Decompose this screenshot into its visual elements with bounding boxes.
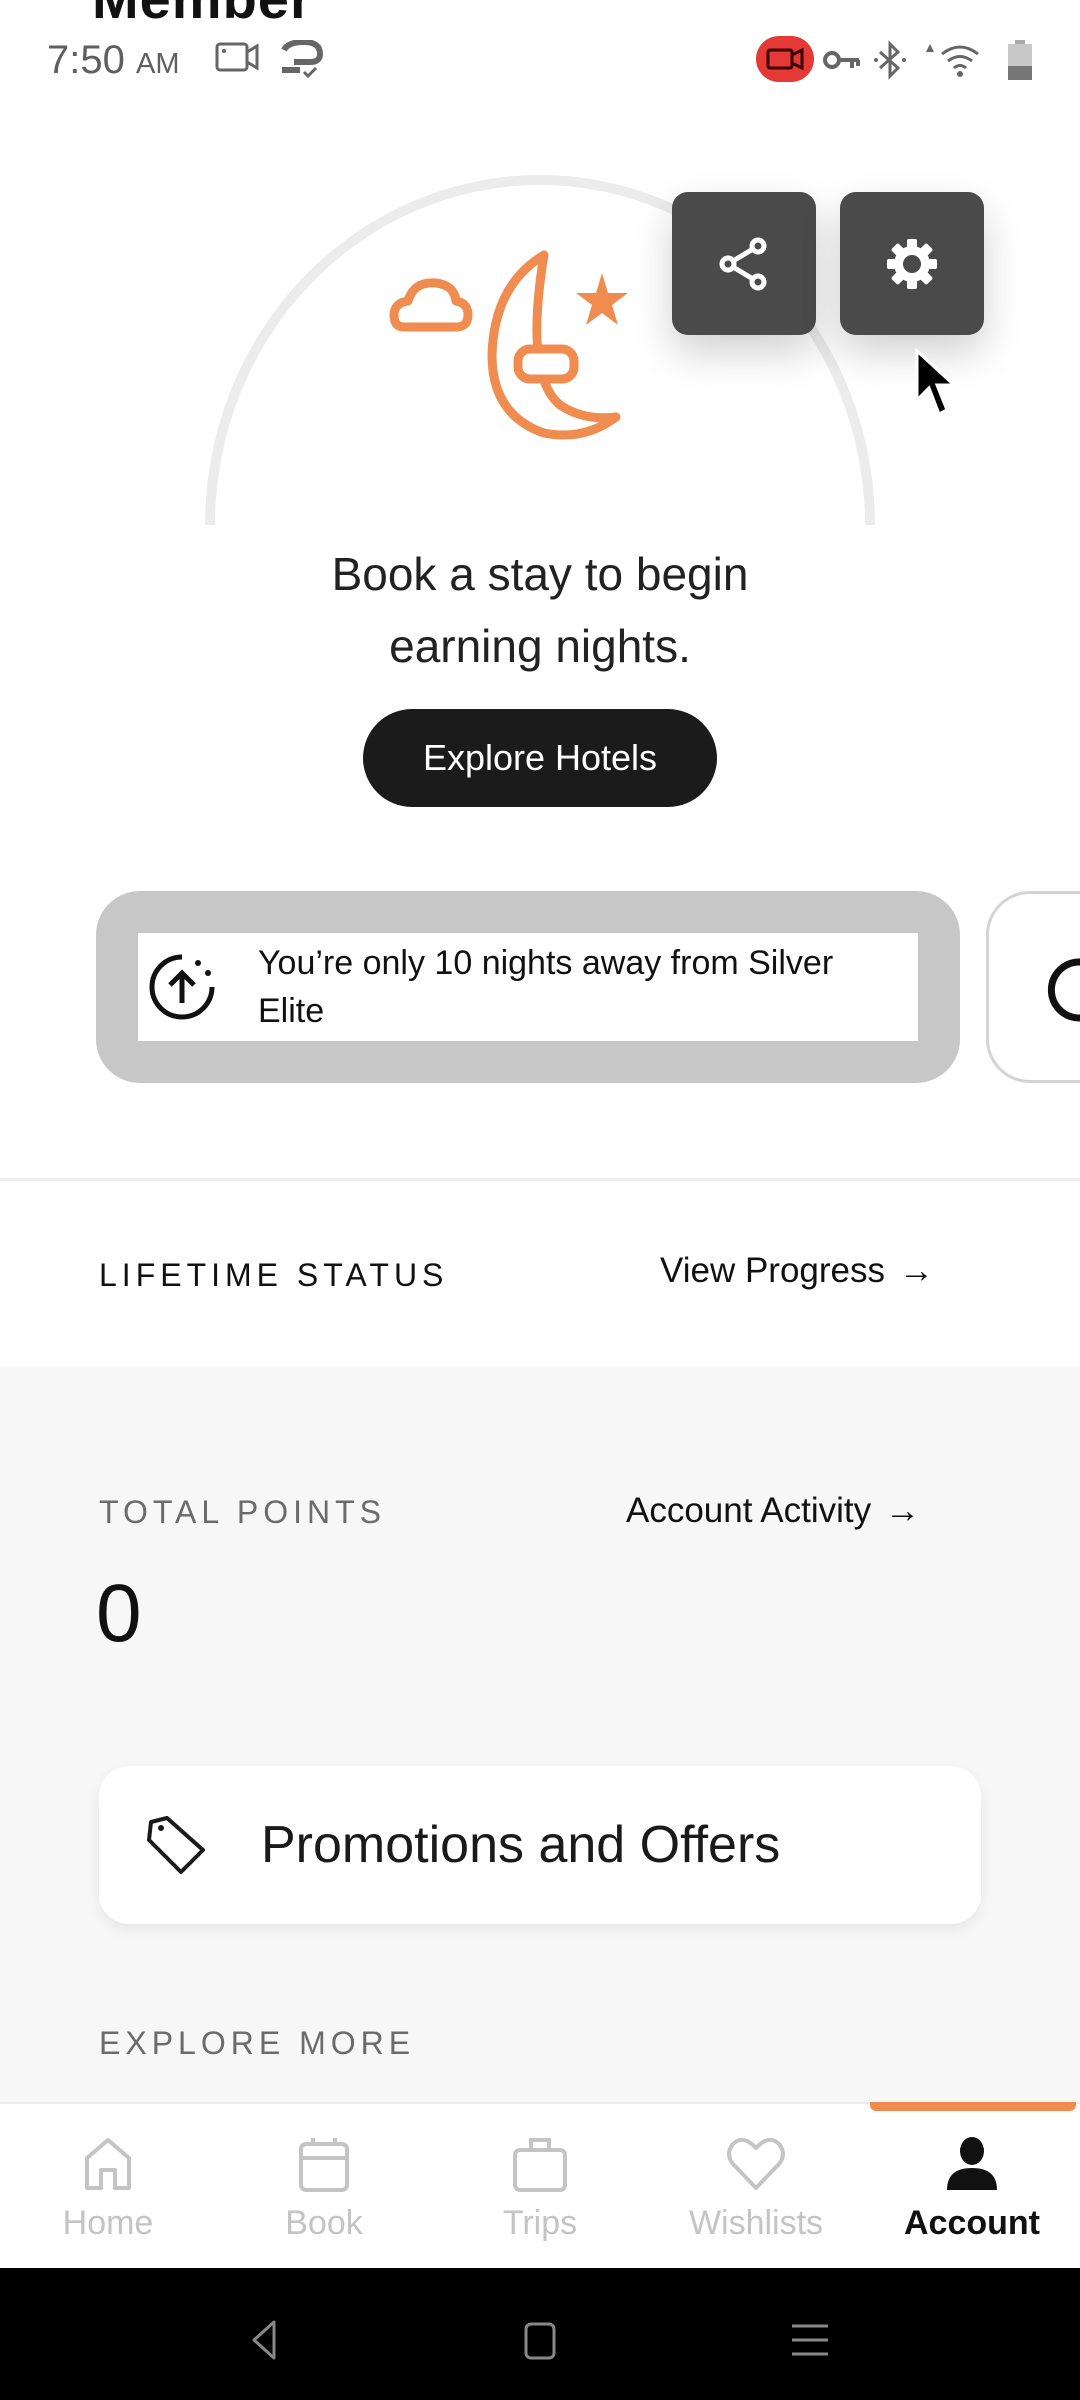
hero-message-line2: earning nights. — [389, 620, 691, 672]
lifetime-status-label: LIFETIME STATUS — [99, 1257, 449, 1293]
explore-more-label: EXPLORE MORE — [99, 2025, 416, 2061]
account-activity-label: Account Activity — [626, 1491, 872, 1530]
tab-account-label: Account — [904, 2204, 1040, 2242]
system-navigation-bar — [0, 2268, 1080, 2400]
view-progress-link[interactable]: View Progress → — [660, 1251, 934, 1291]
hero-message: Book a stay to begin earning nights. — [0, 538, 1080, 682]
share-icon — [719, 237, 767, 290]
sync-icon — [281, 40, 324, 79]
status-bar: 7:50 AM — [0, 0, 1080, 120]
share-button[interactable] — [672, 192, 816, 335]
vpn-key-icon — [823, 51, 860, 69]
wifi-icon — [926, 44, 979, 77]
tab-wishlists-label: Wishlists — [688, 2204, 824, 2242]
time-value: 7:50 — [47, 38, 125, 82]
bottom-navigation: Home Book Trips Wishlists Account — [0, 2102, 1080, 2268]
account-summary: TOTAL POINTS Account Activity → 0 Promot… — [0, 1367, 1080, 2102]
milestone-content: You’re only 10 nights away from Silver E… — [138, 933, 918, 1041]
home-square-icon[interactable] — [520, 2318, 560, 2362]
briefcase-icon — [513, 2138, 567, 2192]
arrow-right-icon: → — [885, 1491, 921, 1530]
total-points-value: 0 — [96, 1568, 142, 1659]
screen-record-icon — [215, 42, 259, 72]
settings-button[interactable] — [840, 192, 984, 335]
home-icon — [85, 2138, 131, 2190]
account-activity-link[interactable]: Account Activity → — [626, 1491, 920, 1531]
milestone-text: You’re only 10 nights away from Silver E… — [258, 939, 833, 1035]
time-ampm: AM — [135, 48, 180, 80]
milestone-card-next[interactable] — [986, 891, 1080, 1083]
tab-trips-label: Trips — [502, 2204, 578, 2242]
tab-home[interactable]: Home — [0, 2104, 216, 2270]
recents-icon[interactable] — [788, 2318, 832, 2362]
tag-icon — [147, 1816, 205, 1874]
back-icon[interactable] — [246, 2318, 286, 2362]
gear-icon — [887, 238, 937, 289]
milestone-text-line1: You’re only 10 nights away from Silver — [258, 944, 834, 982]
view-progress-label: View Progress — [660, 1251, 886, 1290]
tab-account[interactable]: Account — [864, 2104, 1080, 2270]
status-time: 7:50 AM — [47, 38, 179, 83]
tab-trips[interactable]: Trips — [432, 2104, 648, 2270]
bluetooth-icon — [874, 40, 906, 80]
promotions-and-offers-button[interactable]: Promotions and Offers — [99, 1766, 981, 1924]
arrow-right-icon: → — [899, 1251, 935, 1290]
tab-home-label: Home — [62, 2204, 154, 2242]
tab-book[interactable]: Book — [216, 2104, 432, 2270]
promotions-label: Promotions and Offers — [261, 1816, 781, 1874]
refresh-icon — [1047, 958, 1080, 1022]
arrow-up-circle-icon — [149, 954, 215, 1020]
moon-cloud-star-icon — [389, 250, 628, 440]
tab-wishlists[interactable]: Wishlists — [648, 2104, 864, 2270]
person-icon — [947, 2137, 997, 2190]
battery-icon — [1008, 40, 1032, 80]
mouse-cursor-icon — [915, 348, 958, 417]
recording-active-icon — [756, 36, 814, 82]
hero-message-line1: Book a stay to begin — [331, 548, 749, 600]
milestone-text-line2: Elite — [258, 992, 325, 1030]
milestone-card[interactable]: You’re only 10 nights away from Silver E… — [96, 891, 960, 1083]
heart-icon — [727, 2137, 785, 2190]
total-points-label: TOTAL POINTS — [99, 1494, 386, 1530]
lifetime-status-row: LIFETIME STATUS View Progress → — [0, 1181, 1080, 1367]
tab-book-label: Book — [285, 2204, 363, 2242]
calendar-icon — [299, 2138, 349, 2192]
explore-hotels-button[interactable]: Explore Hotels — [363, 709, 717, 807]
